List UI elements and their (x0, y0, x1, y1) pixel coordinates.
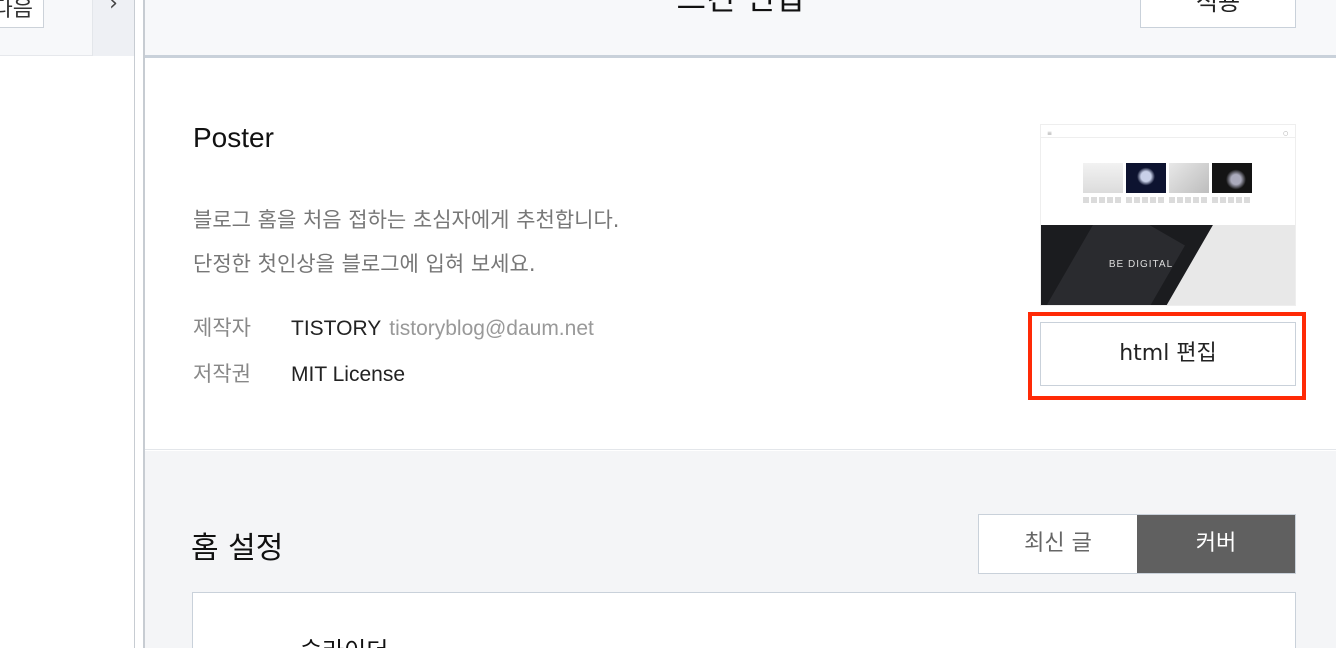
thumbnail-caption-lines (1083, 197, 1123, 203)
license-label: 저작권 (193, 362, 251, 386)
toggle-option-cover[interactable]: 커버 (1137, 515, 1295, 573)
skin-name: Poster (193, 122, 274, 153)
header: 스킨 편집 적용 (145, 0, 1336, 58)
thumbnail-tile (1169, 163, 1209, 193)
sidebar-header: 다음 › (0, 0, 134, 56)
author-email: tistoryblog@daum.net (389, 317, 594, 340)
skin-description-line: 단정한 첫인상을 블로그에 입혀 보세요. (193, 252, 536, 276)
home-settings-panel: 슬라이더 (192, 592, 1296, 648)
chevron-right-icon[interactable]: › (92, 0, 134, 56)
toggle-option-latest[interactable]: 최신 글 (979, 515, 1137, 573)
thumbnail-caption-lines (1169, 197, 1209, 203)
skin-editor-main: 스킨 편집 적용 Poster 블로그 홈을 처음 접하는 초심자에게 추천합니… (145, 0, 1336, 648)
thumbnail-hero: BE DIGITAL (1041, 225, 1295, 305)
author-row: 제작자 TISTORY tistoryblog@daum.net (193, 312, 594, 342)
thumbnail-top: ≡ ○ (1041, 125, 1295, 225)
skin-thumbnail: ≡ ○ BE DIGITAL (1040, 124, 1296, 306)
panel-item-label: 슬라이더 (300, 631, 388, 648)
license-value: MIT License (291, 363, 405, 386)
menu-icon: ≡ (1047, 130, 1053, 137)
panel-gap (135, 0, 143, 648)
sidebar-button[interactable]: 다음 (0, 0, 44, 28)
skin-description-line: 블로그 홈을 처음 접하는 초심자에게 추천합니다. (193, 208, 620, 232)
sidebar: 다음 › (0, 0, 134, 648)
skin-description: 블로그 홈을 처음 접하는 초심자에게 추천합니다. 단정한 첫인상을 블로그에… (193, 198, 619, 286)
thumbnail-tile (1212, 163, 1252, 193)
home-type-toggle: 최신 글 커버 (978, 514, 1296, 574)
license-row: 저작권 MIT License (193, 358, 405, 388)
thumbnail-caption-lines (1126, 197, 1166, 203)
search-icon: ○ (1283, 130, 1289, 137)
thumbnail-caption: BE DIGITAL (1108, 259, 1174, 270)
home-settings-section: 홈 설정 최신 글 커버 슬라이더 (145, 451, 1336, 648)
thumbnail-caption-lines (1212, 197, 1252, 203)
author-name: TISTORY (291, 317, 382, 340)
current-skin-section: Poster 블로그 홈을 처음 접하는 초심자에게 추천합니다. 단정한 첫인… (145, 58, 1336, 450)
thumbnail-tile (1083, 163, 1123, 193)
thumbnail-tile (1126, 163, 1166, 193)
author-label: 제작자 (193, 316, 251, 340)
apply-button[interactable]: 적용 (1140, 0, 1296, 28)
thumbnail-line (1041, 137, 1295, 138)
home-settings-title: 홈 설정 (191, 531, 284, 566)
html-edit-button[interactable]: html 편집 (1040, 322, 1296, 386)
